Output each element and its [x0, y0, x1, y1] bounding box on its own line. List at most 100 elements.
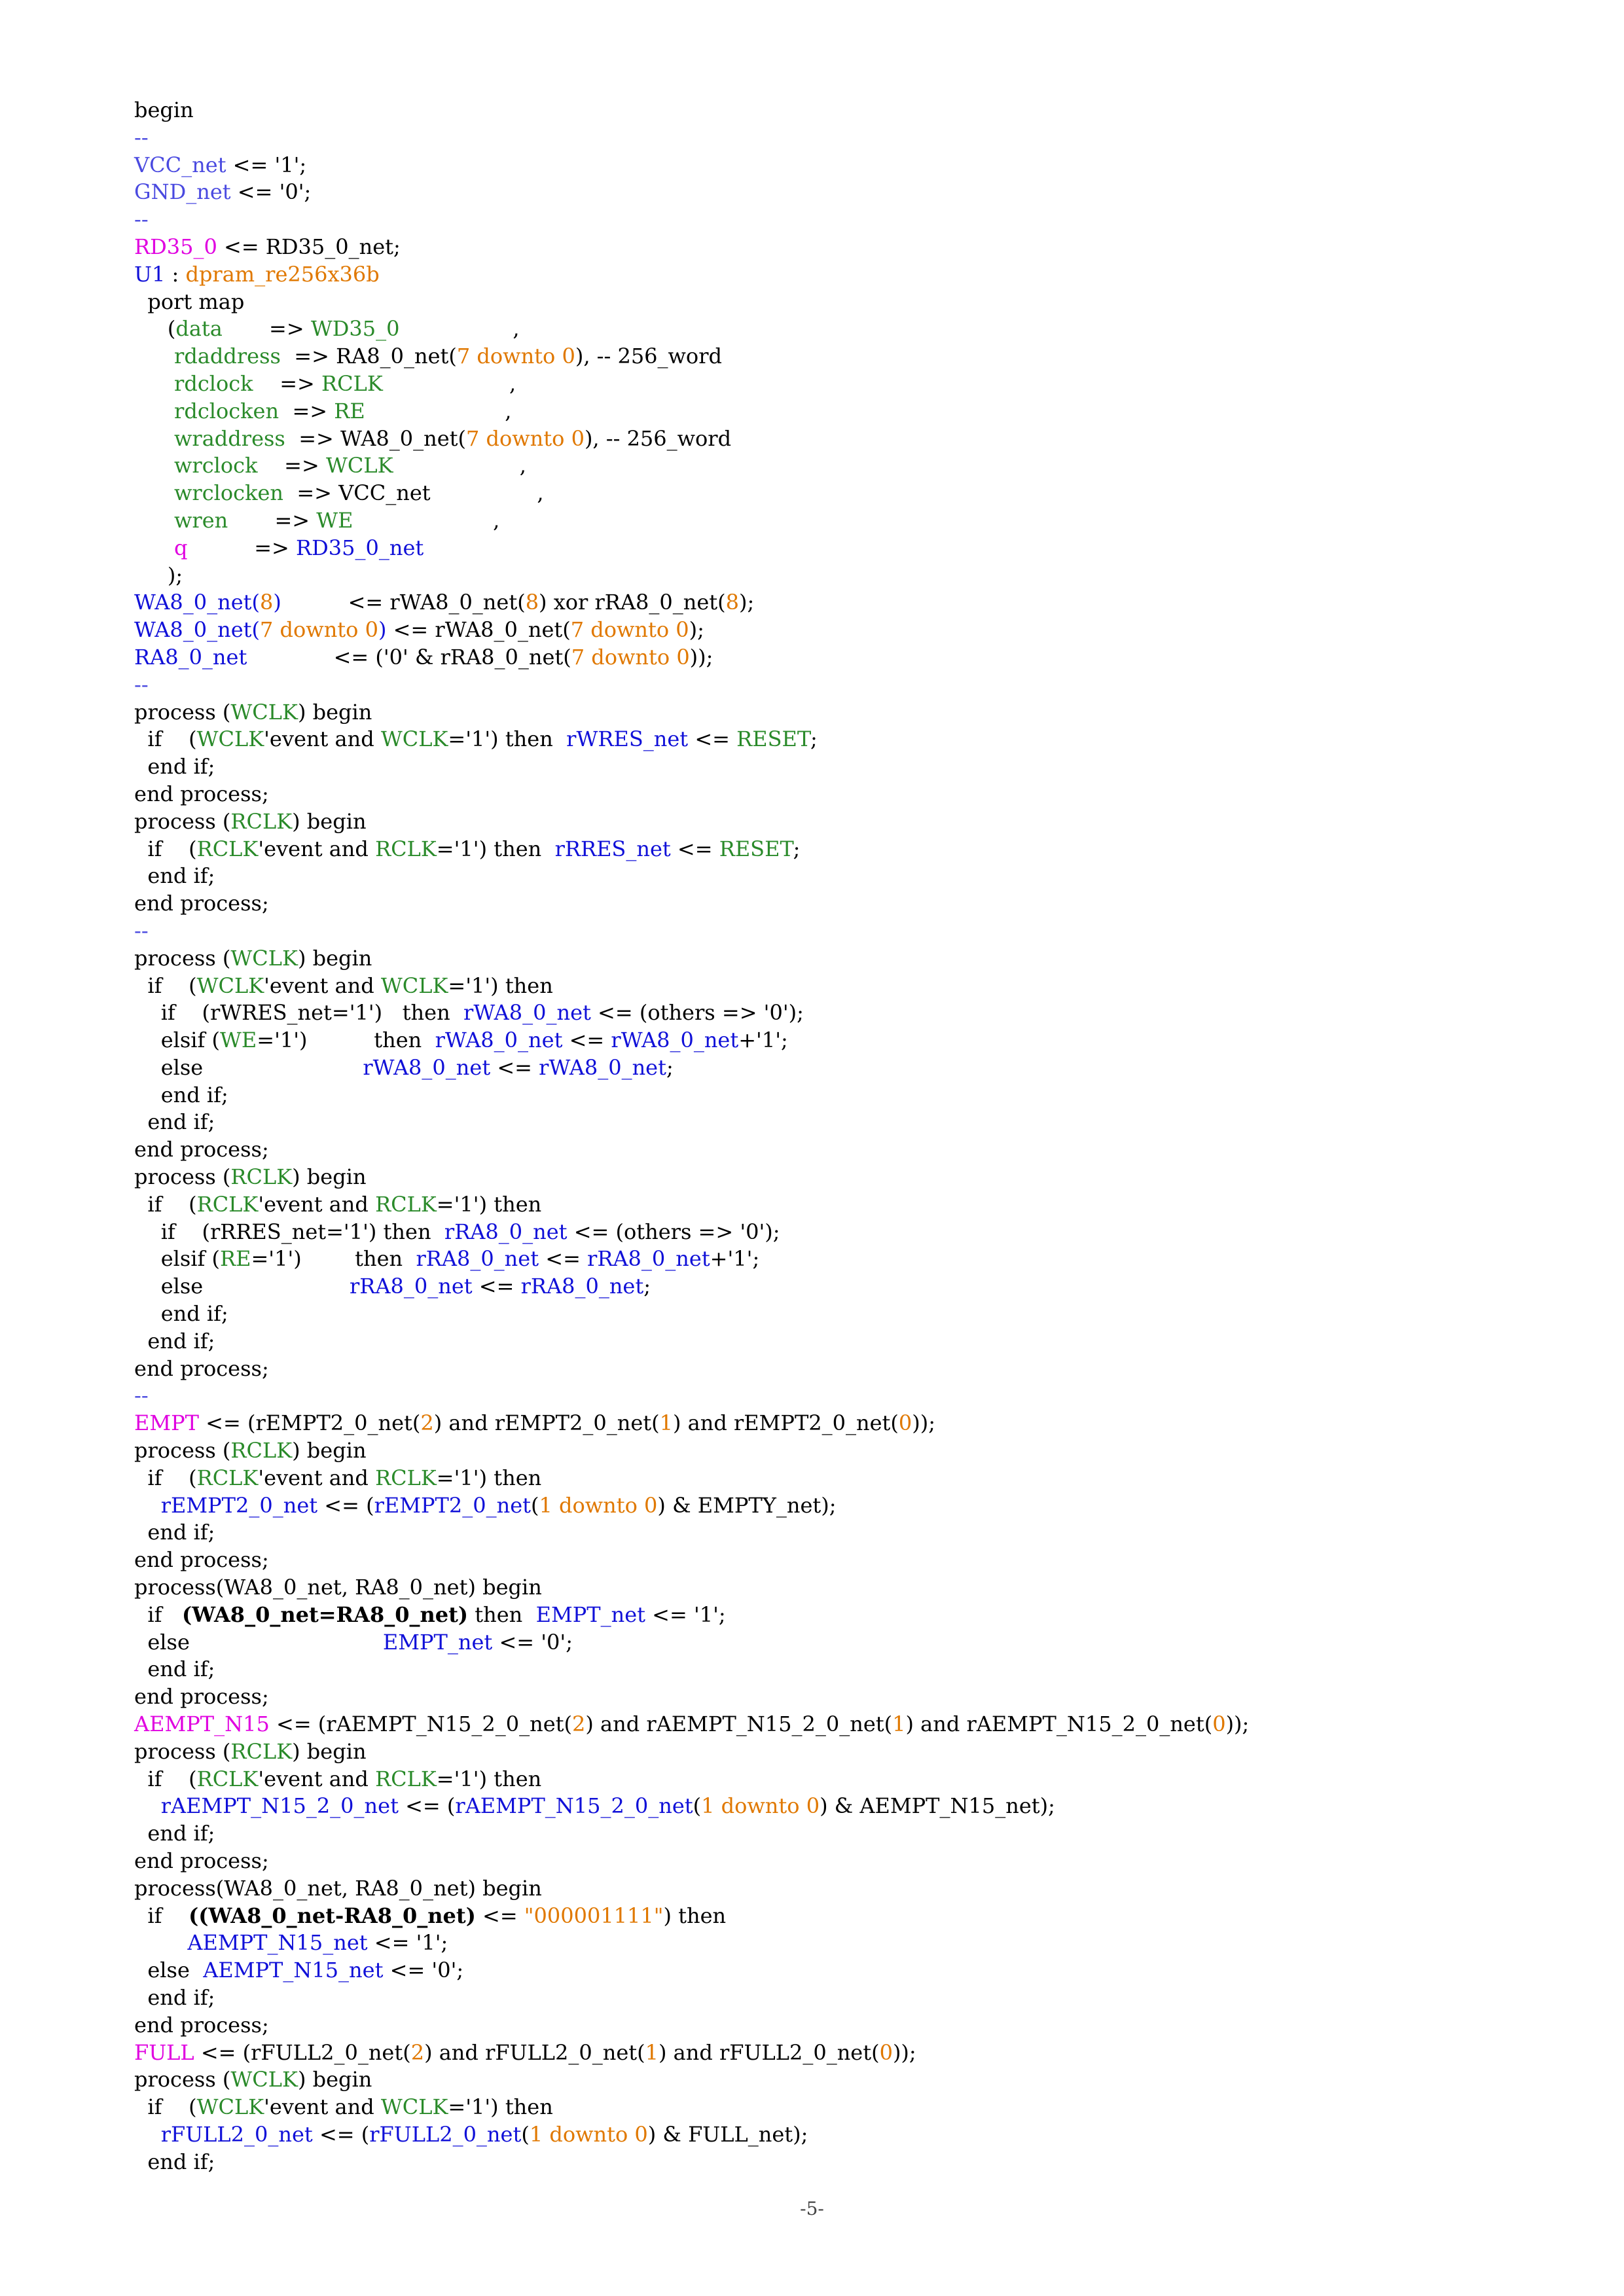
code-token: WE [220, 1028, 257, 1053]
code-line: wraddress => WA8_0_net(7 downto 0), -- 2… [134, 425, 1249, 453]
code-token: ) begin [297, 945, 372, 971]
code-token: <= [472, 1274, 521, 1299]
code-token: ='1') then [448, 973, 553, 998]
code-line: if (WCLK'event and WCLK='1') then [134, 2094, 1249, 2121]
code-line: process(WA8_0_net, RA8_0_net) begin [134, 1574, 1249, 1602]
code-token: rWA8_0_net [435, 1028, 563, 1053]
code-token: GND_net [134, 179, 231, 205]
code-token: )); [892, 2039, 916, 2065]
code-token: <= rWA8_0_net( [281, 590, 526, 615]
code-token: ) and rEMPT2_0_net( [672, 1410, 899, 1436]
code-token: process ( [134, 1438, 231, 1463]
code-token: rFULL2_0_net [369, 2121, 522, 2147]
code-line: if (WCLK'event and WCLK='1') then rWRES_… [134, 726, 1249, 753]
code-token: <= [475, 1903, 524, 1928]
code-token: ); [134, 562, 183, 588]
code-line: process (WCLK) begin [134, 2066, 1249, 2094]
code-token: if ( [134, 726, 197, 752]
code-line: begin [134, 97, 1249, 124]
code-token: ='1') then [436, 1766, 542, 1791]
code-line: AEMPT_N15 <= (rAEMPT_N15_2_0_net(2) and … [134, 1711, 1249, 1738]
code-token: 'event and [258, 1465, 376, 1490]
code-token: )); [1225, 1712, 1250, 1737]
code-token: <= '1'; [645, 1602, 726, 1627]
code-token: RA8_0_net [134, 644, 247, 670]
code-token: 8 [525, 590, 539, 615]
code-token: process(WA8_0_net, RA8_0_net) begin [134, 1575, 542, 1600]
code-line: process (RCLK) begin [134, 1738, 1249, 1766]
code-line: rdaddress => RA8_0_net(7 downto 0), -- 2… [134, 343, 1249, 370]
code-token: -- [134, 207, 149, 232]
code-token: if ( [134, 2094, 197, 2120]
code-token: downto [721, 1793, 800, 1819]
code-token: rEMPT2_0_net [374, 1492, 531, 1518]
code-token: RD35_0 [134, 234, 217, 259]
code-line: if (RCLK'event and RCLK='1') then [134, 1465, 1249, 1492]
code-token: => [279, 398, 334, 423]
code-line: else rRA8_0_net <= rRA8_0_net; [134, 1273, 1249, 1300]
code-token: RCLK [196, 1191, 259, 1217]
code-token: WCLK [325, 453, 393, 478]
code-token: AEMPT_N15_net [134, 1930, 368, 1956]
code-token: process(WA8_0_net, RA8_0_net) begin [134, 1875, 542, 1901]
code-token: WCLK [196, 726, 264, 752]
code-token: RD35_0_net [296, 535, 424, 560]
code-token: ='1') then [448, 726, 567, 752]
code-token: <= ('0' & rRA8_0_net( [247, 644, 571, 670]
code-line: end process; [134, 890, 1249, 918]
code-line: elsif (RE='1') then rRA8_0_net <= rRA8_0… [134, 1246, 1249, 1273]
code-token: ) then [663, 1903, 727, 1928]
code-token: ) & FULL_net); [647, 2121, 808, 2147]
code-token: )); [689, 644, 713, 670]
code-token: RCLK [196, 1465, 259, 1490]
code-line: rAEMPT_N15_2_0_net <= (rAEMPT_N15_2_0_ne… [134, 1793, 1249, 1820]
code-token: end process; [134, 1848, 269, 1873]
code-token: => VCC_net , [283, 480, 544, 506]
code-line: EMPT <= (rEMPT2_0_net(2) and rEMPT2_0_ne… [134, 1410, 1249, 1437]
code-line: rFULL2_0_net <= (rFULL2_0_net(1 downto 0… [134, 2121, 1249, 2149]
code-token: WCLK [196, 2094, 264, 2120]
code-token: EMPT_net [535, 1602, 645, 1627]
code-line: rdclock => RCLK , [134, 370, 1249, 398]
code-line: end if; [134, 1300, 1249, 1328]
code-token: downto [559, 1492, 638, 1518]
code-line: else rWA8_0_net <= rWA8_0_net; [134, 1054, 1249, 1082]
code-token: end if; [134, 1082, 228, 1107]
code-line: end if; [134, 863, 1249, 890]
code-token: FULL [134, 2039, 194, 2065]
code-token: WCLK [380, 973, 448, 998]
code-token: data [175, 316, 223, 342]
code-token: AEMPT_N15_net [203, 1958, 384, 1983]
code-token: rWRES_net [566, 726, 689, 752]
code-token: RCLK [230, 1438, 293, 1463]
code-token: ) and rFULL2_0_net( [424, 2039, 645, 2065]
code-token: ; [643, 1274, 651, 1299]
code-token: ( [693, 1793, 702, 1819]
code-token: rRA8_0_net [416, 1246, 539, 1272]
code-token: WCLK [196, 973, 264, 998]
code-token: <= [670, 836, 719, 861]
code-line: process (WCLK) begin [134, 945, 1249, 973]
code-line: rdclocken => RE , [134, 398, 1249, 425]
code-token: RESET [736, 726, 811, 752]
code-token: , [399, 316, 520, 342]
code-token: process ( [134, 1738, 231, 1764]
code-token: 2 [410, 2039, 425, 2065]
code-token: ; [793, 836, 801, 861]
code-token: ; [810, 726, 818, 752]
code-token: <= (rAEMPT_N15_2_0_net( [269, 1712, 573, 1737]
code-token: 0 [562, 344, 575, 369]
code-token: <= '1'; [226, 152, 307, 177]
code-line: end if; [134, 753, 1249, 781]
code-token: 'event and [258, 1191, 376, 1217]
code-token: RESET [719, 836, 793, 861]
code-token: ((WA8_0_net-RA8_0_net) [189, 1903, 476, 1928]
code-token: +'1'; [738, 1028, 788, 1053]
code-line: RA8_0_net <= ('0' & rRA8_0_net(7 downto … [134, 644, 1249, 672]
code-token: RE [220, 1246, 251, 1272]
code-token: 8 [725, 590, 739, 615]
